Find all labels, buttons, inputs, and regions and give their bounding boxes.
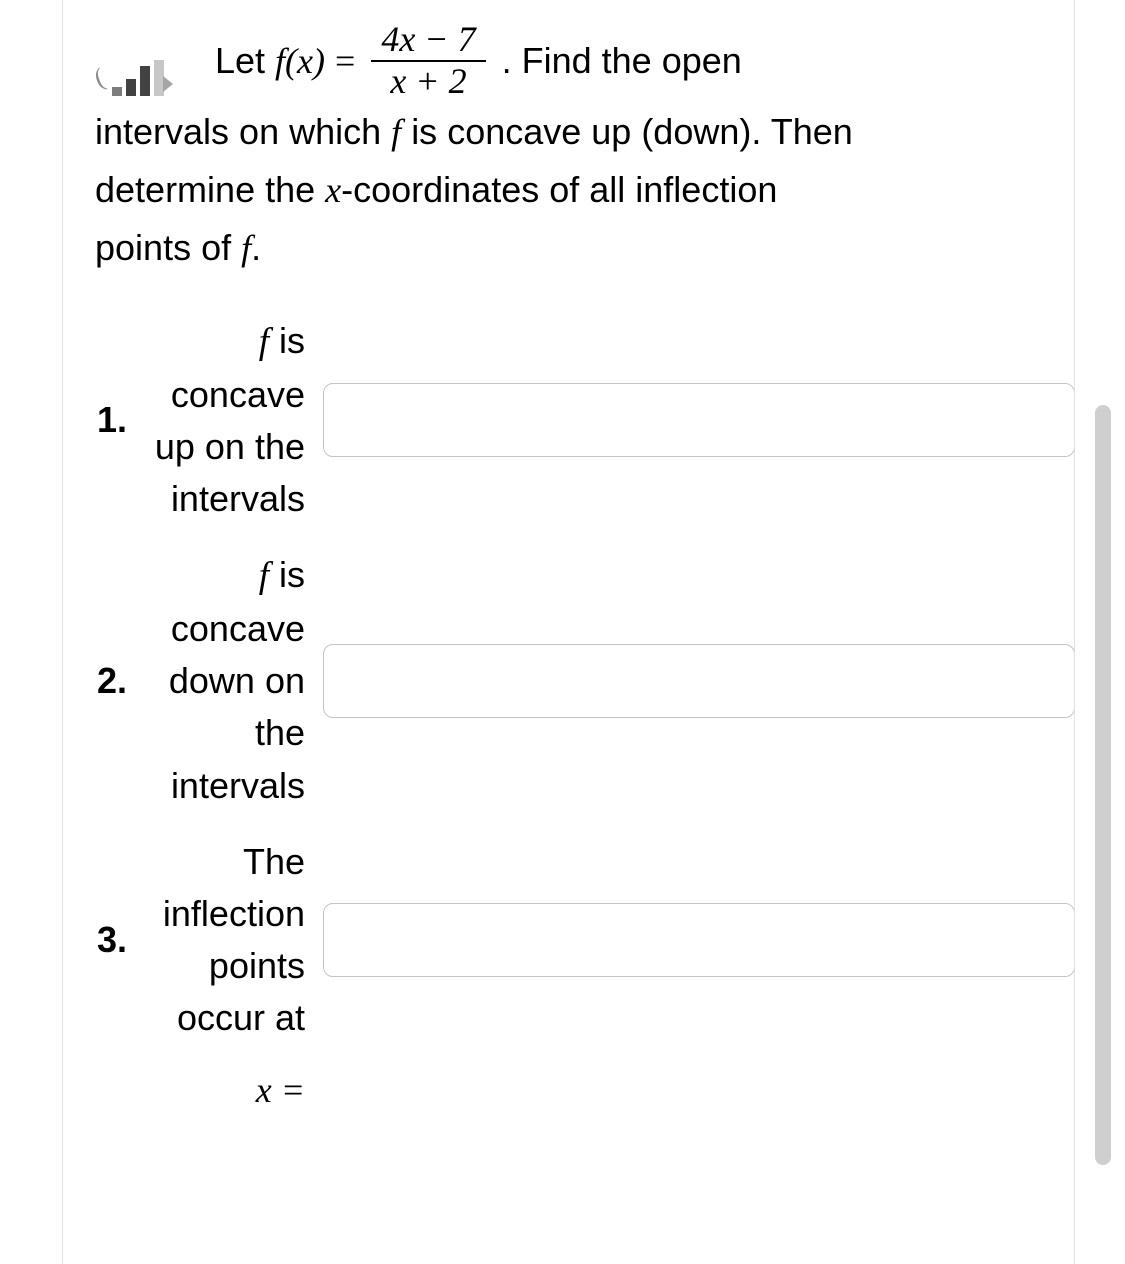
problem-line-1: Let f(x) = 4x − 7 x + 2 . Find the open — [215, 20, 1075, 101]
text: is concave down on the intervals — [169, 554, 305, 805]
answer-label: The inflection points occur at — [145, 836, 305, 1045]
text-after-frac: . Find the open — [502, 34, 742, 88]
text: The inflection points occur at — [163, 841, 305, 1039]
text: is concave up on the intervals — [155, 320, 305, 519]
text-f: f — [259, 321, 269, 362]
answer-number: 2. — [95, 654, 127, 708]
fraction-numerator: 4x − 7 — [371, 20, 485, 60]
text-f: f — [259, 555, 269, 596]
answer-row-1: 1. f is concave up on the intervals — [95, 315, 1075, 525]
problem-page: ( Let f(x) = 4x − 7 x + 2 . Find the ope… — [0, 0, 1125, 1264]
problem-line-3: determine the x-coordinates of all infle… — [95, 163, 1075, 217]
play-icon — [163, 76, 173, 92]
answer-label: f is concave down on the intervals — [145, 549, 305, 811]
text-x: x — [325, 170, 341, 210]
problem-statement: Let f(x) = 4x − 7 x + 2 . Find the open … — [95, 20, 1075, 275]
text-x-eq: x = — [256, 1063, 305, 1117]
text-fx: f(x) — [275, 34, 325, 88]
text: . — [251, 227, 261, 268]
scrollbar[interactable] — [1095, 405, 1111, 1165]
text-f: f — [241, 228, 251, 268]
problem-line-4: points of f. — [95, 221, 1075, 275]
answer-input-1[interactable] — [323, 383, 1075, 457]
answer-number: 3. — [95, 913, 127, 967]
text: intervals on which — [95, 111, 381, 152]
answers-list: 1. f is concave up on the intervals 2. f… — [95, 315, 1075, 1116]
text-eq: = — [335, 34, 355, 88]
bars-icon — [112, 60, 164, 96]
signal-icon: ( — [95, 58, 164, 97]
answer-input-2[interactable] — [323, 644, 1075, 718]
fraction: 4x − 7 x + 2 — [371, 20, 485, 101]
problem-line-2: intervals on which f is concave up (down… — [95, 105, 1075, 159]
text: determine the — [95, 169, 325, 210]
text-f: f — [391, 112, 401, 152]
answer-label: f is concave up on the intervals — [145, 315, 305, 525]
answer-row-2: 2. f is concave down on the intervals — [95, 549, 1075, 811]
answer-input-3[interactable] — [323, 903, 1075, 977]
paren-icon: ( — [89, 58, 110, 98]
answer-number: 1. — [95, 393, 127, 447]
x-equals-label: x = — [95, 1063, 305, 1117]
text-let: Let — [215, 34, 265, 88]
text: points of — [95, 227, 241, 268]
answer-row-3: 3. The inflection points occur at — [95, 836, 1075, 1045]
text: -coordinates of all inflection — [341, 169, 777, 210]
fraction-denominator: x + 2 — [380, 62, 476, 102]
text: is concave up (down). Then — [411, 111, 853, 152]
